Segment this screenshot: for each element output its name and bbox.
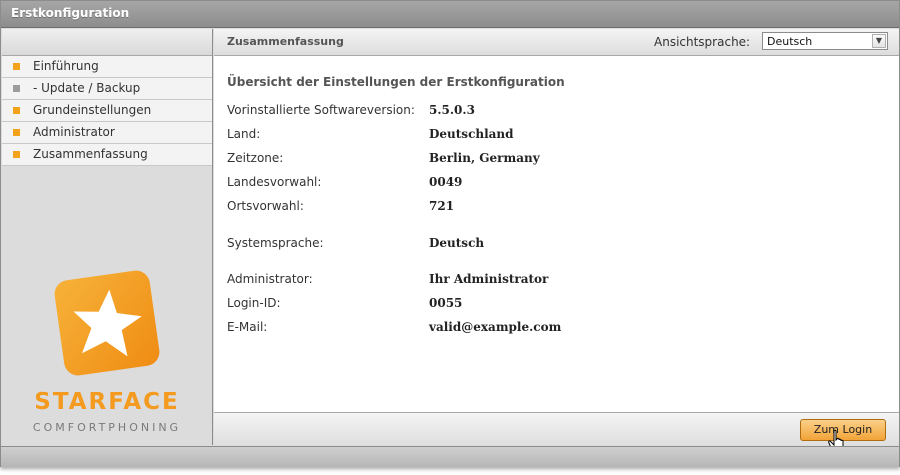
- starface-logo: STARFACE COMFORTPHONING: [2, 265, 212, 445]
- row-label: Ortsvorwahl:: [227, 199, 304, 213]
- window-title: Erstkonfiguration: [11, 6, 130, 20]
- brand-slogan: COMFORTPHONING: [32, 421, 182, 434]
- row-label: E-Mail:: [227, 320, 268, 334]
- summary-row-landesvorwahl: Landesvorwahl: 0049: [227, 175, 887, 191]
- setup-window: Erstkonfiguration Einführung - Update / …: [0, 0, 900, 467]
- summary-row-ortsvorwahl: Ortsvorwahl: 721: [227, 199, 887, 215]
- sidebar-item-einfuehrung[interactable]: Einführung: [2, 56, 212, 78]
- row-value: 5.5.0.3: [429, 103, 475, 117]
- bullet-icon: [13, 107, 20, 114]
- row-label: Administrator:: [227, 272, 313, 286]
- title-bar: Erstkonfiguration: [1, 1, 899, 28]
- summary-row-email: E-Mail: valid@example.com: [227, 320, 887, 336]
- summary-heading: Übersicht der Einstellungen der Erstkonf…: [227, 75, 565, 89]
- row-label: Landesvorwahl:: [227, 175, 322, 189]
- star-icon: [73, 289, 142, 357]
- sidebar-nav: Einführung - Update / Backup Grundeinste…: [2, 56, 212, 166]
- summary-row-zeitzone: Zeitzone: Berlin, Germany: [227, 151, 887, 167]
- chevron-down-icon[interactable]: ▼: [872, 34, 886, 48]
- bullet-icon: [13, 63, 20, 70]
- sidebar-item-administrator[interactable]: Administrator: [2, 122, 212, 144]
- sidebar-item-update-backup[interactable]: - Update / Backup: [2, 78, 212, 100]
- view-language-select[interactable]: Deutsch ▼: [762, 32, 888, 50]
- sidebar-item-label: - Update / Backup: [33, 81, 141, 95]
- row-label: Land:: [227, 127, 261, 141]
- row-value: Deutsch: [429, 236, 485, 250]
- sidebar-item-label: Grundeinstellungen: [33, 103, 152, 117]
- main-footer: Zum Login: [214, 412, 899, 453]
- sidebar-item-label: Zusammenfassung: [33, 147, 148, 161]
- summary-row-software-version: Vorinstallierte Softwareversion: 5.5.0.3: [227, 103, 887, 119]
- sidebar-item-zusammenfassung[interactable]: Zusammenfassung: [2, 144, 212, 166]
- row-label: Login-ID:: [227, 296, 281, 310]
- main-panel: Zusammenfassung Ansichtsprache: Deutsch …: [214, 29, 899, 453]
- row-label: Zeitzone:: [227, 151, 284, 165]
- summary-row-systemsprache: Systemsprache: Deutsch: [227, 236, 887, 252]
- row-label: Systemsprache:: [227, 236, 324, 250]
- sidebar-item-grundeinstellungen[interactable]: Grundeinstellungen: [2, 100, 212, 122]
- row-label: Vorinstallierte Softwareversion:: [227, 103, 415, 117]
- row-value: 0049: [429, 175, 463, 189]
- row-value: valid@example.com: [429, 320, 562, 334]
- row-value: Deutschland: [429, 127, 514, 141]
- brand-name: STARFACE: [34, 389, 180, 415]
- row-value: 721: [429, 199, 455, 213]
- section-title: Zusammenfassung: [227, 35, 344, 48]
- summary-row-land: Land: Deutschland: [227, 127, 887, 143]
- sidebar-header: [2, 29, 212, 56]
- bullet-icon: [13, 85, 20, 92]
- star-logo-icon: [52, 268, 162, 378]
- row-value: 0055: [429, 296, 463, 310]
- main-header: Zusammenfassung Ansichtsprache: Deutsch …: [214, 29, 899, 56]
- summary-row-administrator: Administrator: Ihr Administrator: [227, 272, 887, 288]
- view-language-value: Deutsch: [767, 35, 813, 48]
- bottom-status-bar: [1, 446, 899, 467]
- bullet-icon: [13, 129, 20, 136]
- row-value: Berlin, Germany: [429, 151, 540, 165]
- view-language-label: Ansichtsprache:: [654, 35, 751, 49]
- sidebar-item-label: Administrator: [33, 125, 115, 139]
- sidebar: Einführung - Update / Backup Grundeinste…: [2, 29, 213, 445]
- summary-row-login-id: Login-ID: 0055: [227, 296, 887, 312]
- sidebar-item-label: Einführung: [33, 59, 99, 73]
- bullet-icon: [13, 151, 20, 158]
- summary-content: Übersicht der Einstellungen der Erstkonf…: [214, 56, 899, 411]
- row-value: Ihr Administrator: [429, 272, 549, 286]
